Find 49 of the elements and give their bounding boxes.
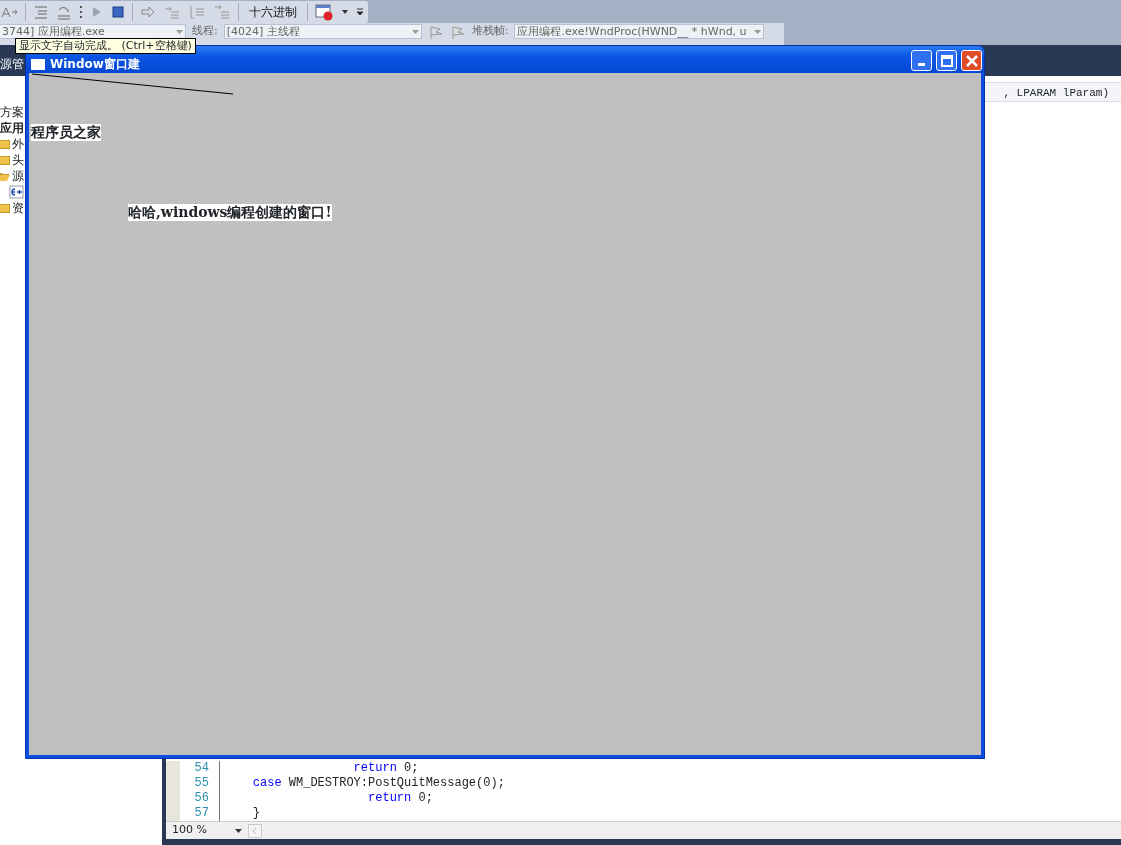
line-number: 56: [180, 791, 220, 806]
code-line: return 0;: [352, 761, 419, 776]
overflow-icon[interactable]: [356, 6, 364, 17]
tree-item[interactable]: 外: [12, 135, 24, 153]
tree-item[interactable]: 方案: [0, 103, 24, 121]
grip-icon: [79, 3, 83, 20]
code-line: case WM_DESTROY:PostQuitMessage(0);: [251, 776, 505, 791]
panel-title: 源管: [0, 56, 24, 73]
line-number: 54: [180, 761, 220, 776]
tree-item[interactable]: 源: [12, 167, 24, 185]
indent-icon[interactable]: [33, 3, 49, 20]
stack-frame-dropdown[interactable]: 应用编程.exe!WndProc(HWND__ * hWnd, u: [514, 24, 765, 39]
thread-dropdown[interactable]: [4024] 主线程: [223, 24, 422, 39]
breakpoint-window-icon[interactable]: [315, 2, 334, 21]
stack-frame-label: 堆栈帧:: [471, 24, 509, 37]
code-line: return 0;: [367, 791, 433, 806]
caret-icon: [754, 30, 762, 34]
flag-icon[interactable]: [449, 24, 466, 40]
tree-item[interactable]: 头: [12, 151, 24, 169]
cpp-file-icon: [8, 185, 24, 199]
window-text: 程序员之家: [31, 124, 101, 141]
caret-icon[interactable]: [234, 828, 242, 833]
line-number: 55: [180, 776, 220, 791]
maximize-icon: [940, 54, 953, 67]
indicator-margin: [166, 761, 180, 821]
thread-label: 线程:: [192, 24, 218, 37]
close-icon: [965, 54, 978, 67]
close-button[interactable]: [961, 50, 982, 71]
step-over-icon[interactable]: [188, 3, 206, 20]
caret-icon[interactable]: [341, 7, 349, 16]
function-signature: , LPARAM lParam): [1003, 86, 1109, 101]
window-text: 哈哈,windows编程创建的窗口!: [128, 204, 332, 221]
tree-item[interactable]: 资: [12, 199, 24, 217]
window-icon: [30, 58, 46, 71]
caret-icon: [176, 30, 183, 34]
hex-button[interactable]: 十六进制: [246, 2, 300, 21]
minimize-icon: [918, 63, 925, 66]
scroll-left-icon[interactable]: [247, 823, 262, 838]
stop-icon[interactable]: [111, 3, 125, 20]
tooltip: 显示文字自动完成。 (Ctrl+空格键): [15, 38, 196, 54]
caret-icon: [411, 30, 419, 34]
step-out-icon[interactable]: [213, 3, 231, 20]
minimize-button[interactable]: [911, 50, 932, 71]
window-title: Window窗口建: [50, 58, 141, 71]
zoom-level[interactable]: 100 %: [172, 822, 207, 839]
maximize-button[interactable]: [936, 50, 957, 71]
flag-icon[interactable]: [427, 24, 444, 40]
tree-item[interactable]: 应用: [0, 119, 24, 137]
code-line: }: [251, 806, 260, 821]
